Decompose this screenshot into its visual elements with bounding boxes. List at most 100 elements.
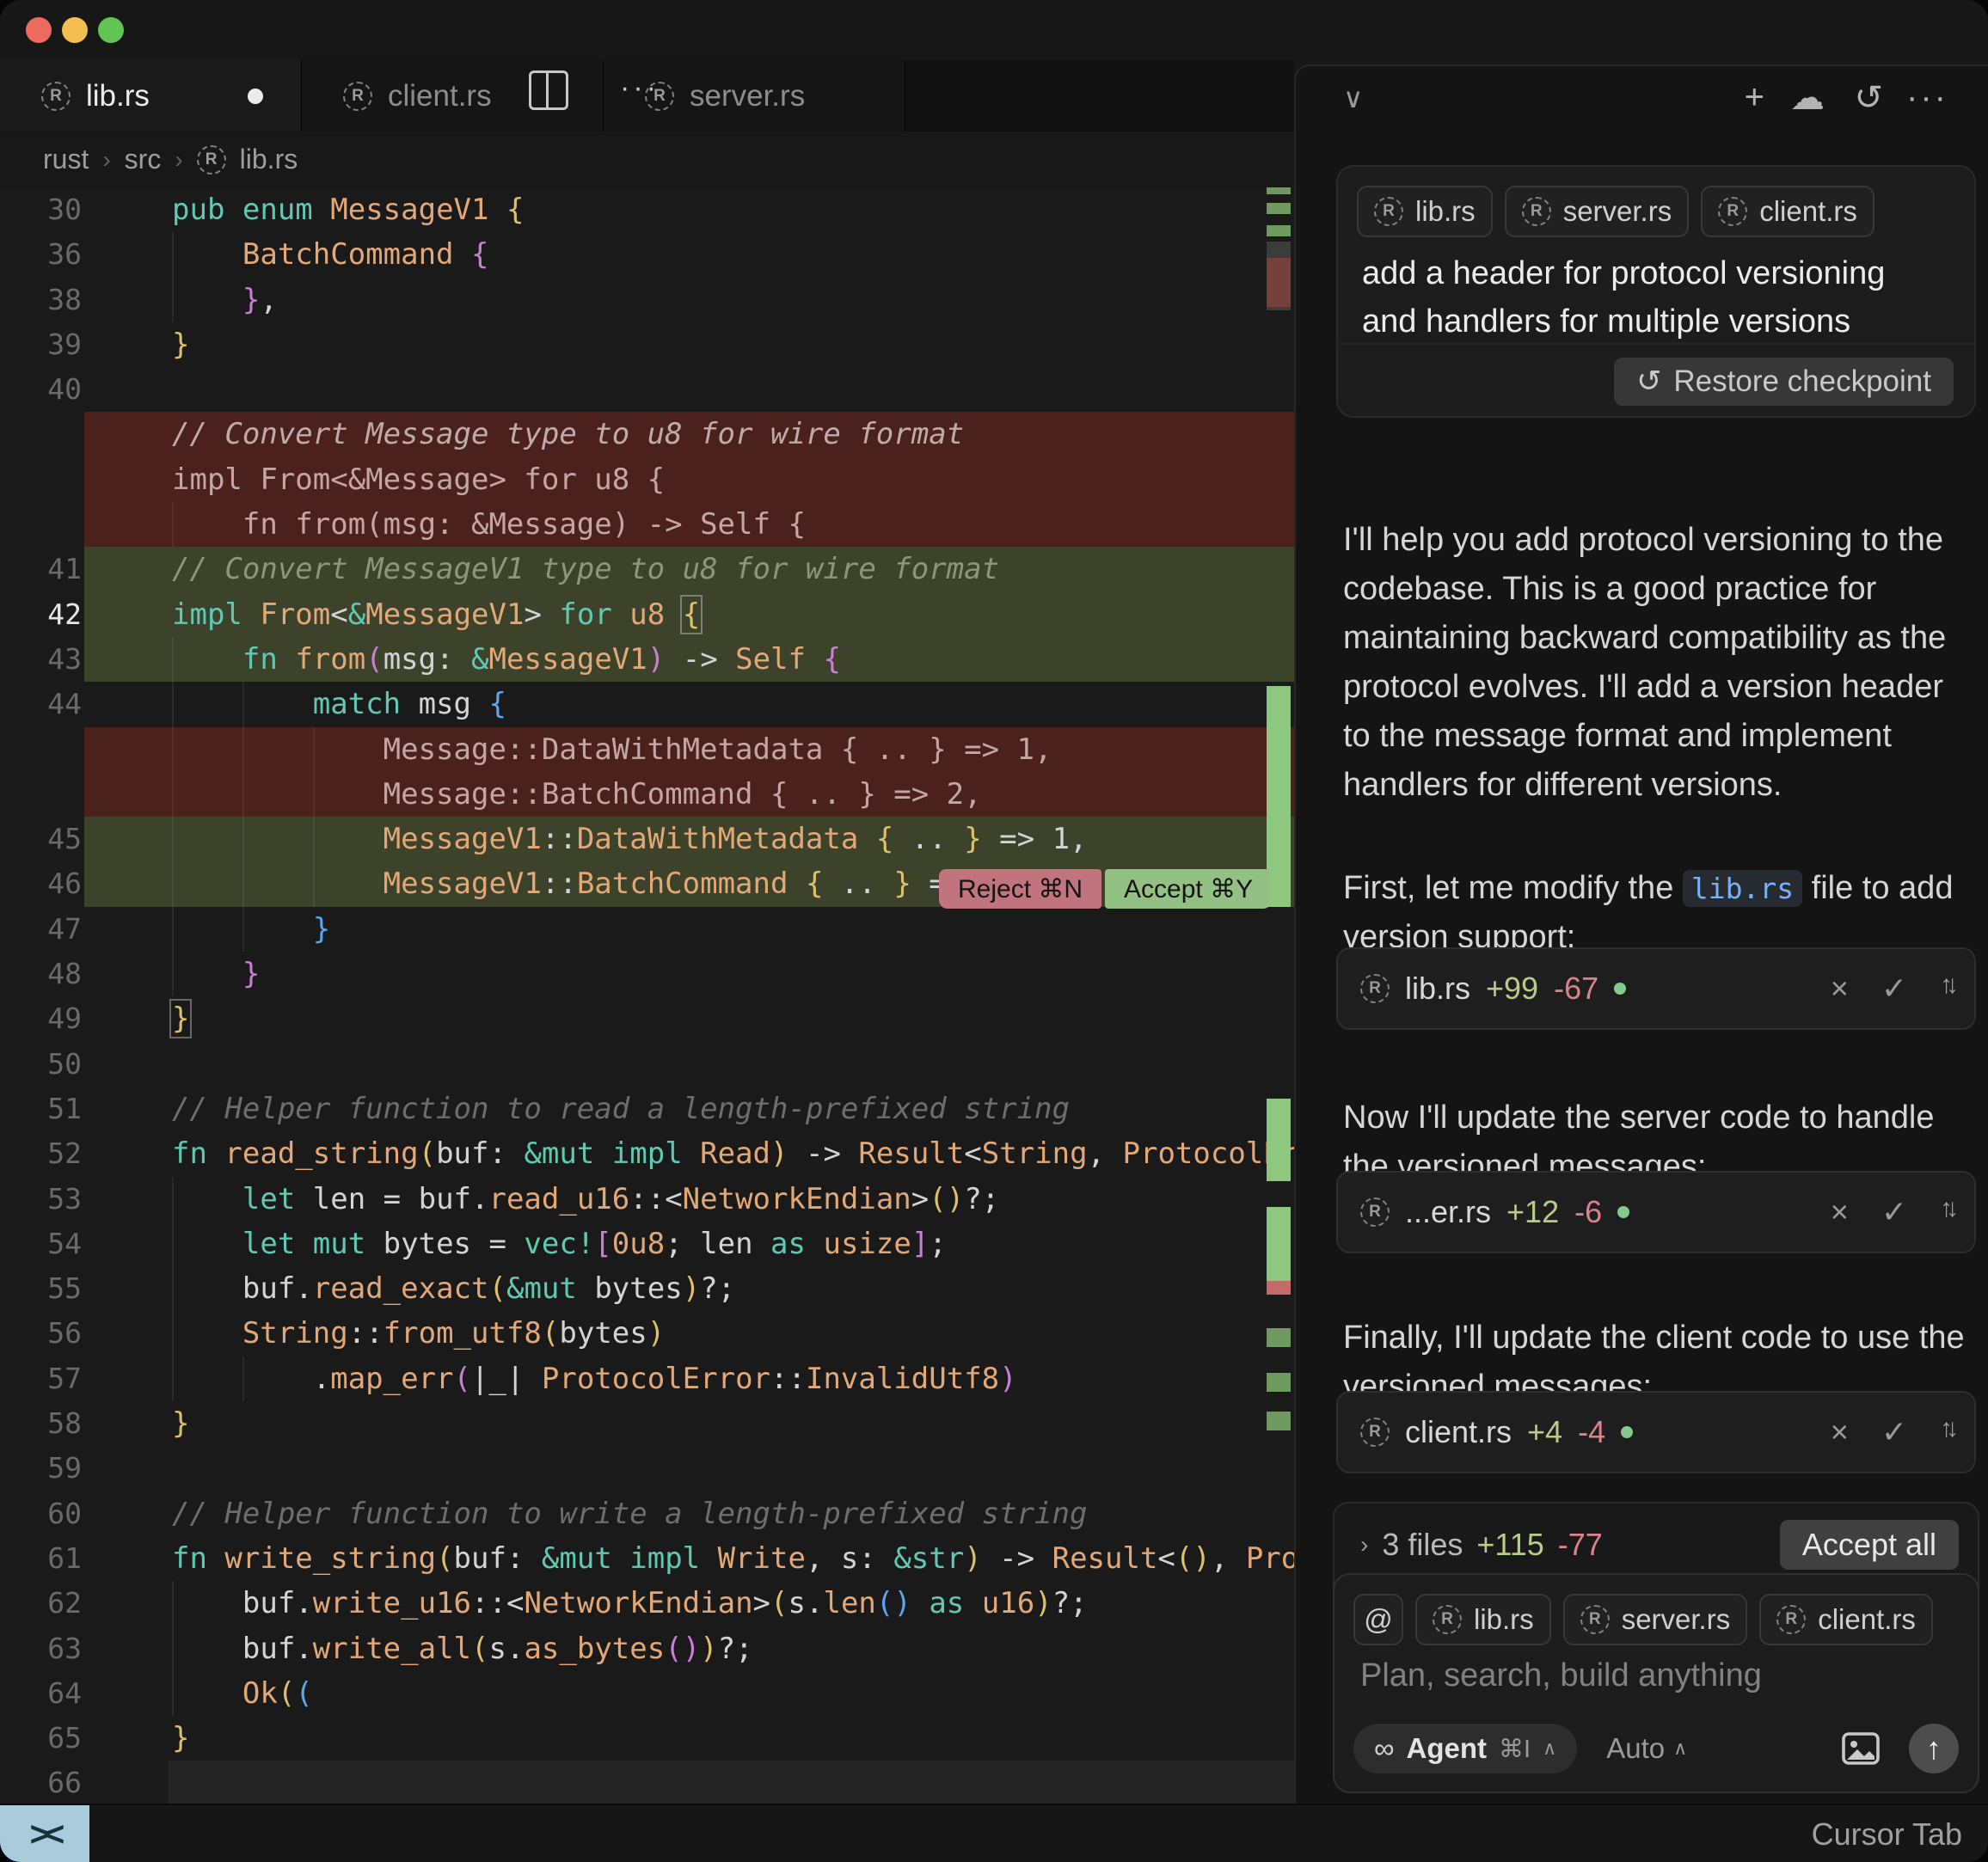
line-number: 40 — [0, 367, 82, 412]
chat-input-box[interactable]: @ Rlib.rs Rserver.rs Rclient.rs Plan, se… — [1333, 1573, 1979, 1793]
code-line-40[interactable]: 40 — [0, 367, 1294, 412]
code-line-58[interactable]: 58} — [0, 1401, 1294, 1446]
editor-more-actions-icon[interactable]: ··· — [620, 70, 660, 110]
accept-all-files-button[interactable]: Accept all — [1780, 1520, 1959, 1570]
reject-file-icon[interactable]: × — [1831, 971, 1849, 1007]
code-line-66[interactable]: 66 — [0, 1761, 1294, 1804]
code-line[interactable]: Message::BatchCommand { .. } => 2, — [0, 772, 1294, 817]
code-line-42[interactable]: 42impl From<&MessageV1> for u8 { — [0, 592, 1294, 637]
code-line[interactable]: impl From<&Message> for u8 { — [0, 457, 1294, 502]
code-line-48[interactable]: 48 } — [0, 952, 1294, 996]
code-line-50[interactable]: 50 — [0, 1042, 1294, 1087]
new-chat-icon[interactable]: + — [1745, 78, 1764, 117]
lines-added: +99 — [1486, 971, 1538, 1007]
code-line-57[interactable]: 57 .map_err(|_| ProtocolError::InvalidUt… — [0, 1357, 1294, 1401]
code-line-53[interactable]: 53 let len = buf.read_u16::<NetworkEndia… — [0, 1177, 1294, 1222]
accept-file-icon[interactable]: ✓ — [1881, 971, 1907, 1007]
more-options-icon[interactable]: ··· — [1906, 78, 1948, 117]
cursor-tab-status[interactable]: Cursor Tab — [1812, 1805, 1962, 1862]
line-number: 65 — [0, 1716, 82, 1761]
rust-file-icon: R — [1580, 1605, 1610, 1634]
send-button[interactable]: ↑ — [1909, 1724, 1959, 1773]
overview-ruler[interactable] — [1265, 187, 1294, 1804]
line-number: 49 — [0, 996, 82, 1041]
code-line-62[interactable]: 62 buf.write_u16::<NetworkEndian>(s.len(… — [0, 1581, 1294, 1626]
code-line-36[interactable]: 36 BatchCommand { — [0, 232, 1294, 277]
file-pill-server[interactable]: Rserver.rs — [1505, 186, 1690, 237]
code-line-45[interactable]: 45 MessageV1::DataWithMetadata { .. } =>… — [0, 817, 1294, 861]
reject-file-icon[interactable]: × — [1831, 1414, 1849, 1450]
code-line-51[interactable]: 51// Helper function to read a length-pr… — [0, 1087, 1294, 1131]
card-actions: × ✓ ↑↓ — [1831, 971, 1952, 1007]
expand-icon[interactable]: ↑↓ — [1940, 1414, 1952, 1450]
code-line-39[interactable]: 39} — [0, 322, 1294, 367]
code-line-56[interactable]: 56 String::from_utf8(bytes) — [0, 1311, 1294, 1356]
cloud-icon[interactable]: ☁ — [1790, 78, 1825, 118]
title-bar — [0, 0, 1988, 60]
file-diff-card-lib[interactable]: R lib.rs +99 -67 × ✓ ↑↓ — [1336, 947, 1976, 1030]
breadcrumb-item-rust[interactable]: rust — [43, 144, 89, 175]
code-line-61[interactable]: 61fn write_string(buf: &mut impl Write, … — [0, 1536, 1294, 1581]
code-line[interactable]: // Convert Message type to u8 for wire f… — [0, 412, 1294, 456]
expand-icon[interactable]: ↑↓ — [1940, 1194, 1952, 1230]
undo-icon: ↺ — [1636, 364, 1661, 399]
breadcrumb-item-src[interactable]: src — [125, 144, 162, 175]
chat-input-placeholder[interactable]: Plan, search, build anything — [1360, 1657, 1762, 1694]
reject-file-icon[interactable]: × — [1831, 1194, 1849, 1230]
file-pill-lib[interactable]: Rlib.rs — [1415, 1594, 1551, 1645]
code-line-44[interactable]: 44 match msg { — [0, 682, 1294, 726]
minimize-window-button[interactable] — [62, 17, 88, 43]
line-number: 38 — [0, 278, 82, 322]
code-line-55[interactable]: 55 buf.read_exact(&mut bytes)?; — [0, 1266, 1294, 1311]
accept-file-icon[interactable]: ✓ — [1881, 1414, 1907, 1450]
code-line-65[interactable]: 65} — [0, 1716, 1294, 1761]
file-diff-card-server[interactable]: R ...er.rs +12 -6 × ✓ ↑↓ — [1336, 1171, 1976, 1253]
code-line-59[interactable]: 59 — [0, 1446, 1294, 1491]
code-line-38[interactable]: 38 }, — [0, 278, 1294, 322]
tab-lib-rs[interactable]: Rlib.rs — [0, 60, 302, 132]
code-lines: 30pub enum MessageV1 {36 BatchCommand {3… — [0, 187, 1294, 1804]
file-pill-client[interactable]: Rclient.rs — [1759, 1594, 1933, 1645]
remote-connection-button[interactable]: >< — [0, 1805, 89, 1862]
rust-file-icon: R — [1360, 1418, 1390, 1447]
code-line-52[interactable]: 52fn read_string(buf: &mut impl Read) ->… — [0, 1131, 1294, 1176]
code-line-30[interactable]: 30pub enum MessageV1 { — [0, 187, 1294, 232]
close-window-button[interactable] — [26, 17, 52, 43]
code-line-64[interactable]: 64 Ok(( — [0, 1671, 1294, 1716]
infinity-icon: ∞ — [1374, 1732, 1395, 1765]
line-number: 50 — [0, 1042, 82, 1087]
diff-ruler-mark — [1267, 1099, 1291, 1181]
code-line-41[interactable]: 41// Convert MessageV1 type to u8 for wi… — [0, 547, 1294, 591]
reject-diff-button[interactable]: Reject ⌘N — [939, 869, 1101, 909]
code-editor[interactable]: 30pub enum MessageV1 {36 BatchCommand {3… — [0, 187, 1294, 1804]
code-line-60[interactable]: 60// Helper function to write a length-p… — [0, 1491, 1294, 1536]
code-line-63[interactable]: 63 buf.write_all(s.as_bytes())?; — [0, 1626, 1294, 1671]
code-line[interactable]: fn from(msg: &Message) -> Self { — [0, 502, 1294, 547]
agent-mode-selector[interactable]: ∞ Agent ⌘I ∧ — [1353, 1724, 1577, 1773]
code-line[interactable]: Message::DataWithMetadata { .. } => 1, — [0, 727, 1294, 772]
file-pill-server[interactable]: Rserver.rs — [1563, 1594, 1748, 1645]
code-line-47[interactable]: 47 } — [0, 907, 1294, 952]
zoom-window-button[interactable] — [98, 17, 124, 43]
code-line-43[interactable]: 43 fn from(msg: &MessageV1) -> Self { — [0, 637, 1294, 682]
breadcrumb-item-file[interactable]: lib.rs — [240, 144, 298, 175]
expand-icon[interactable]: ↑↓ — [1940, 971, 1952, 1007]
history-icon[interactable]: ↺ — [1854, 78, 1883, 118]
attach-image-button[interactable] — [1842, 1732, 1880, 1765]
model-selector[interactable]: Auto ∧ — [1606, 1732, 1687, 1765]
line-number: 52 — [0, 1131, 82, 1176]
chevron-down-icon[interactable]: ∨ — [1343, 82, 1363, 114]
code-line-54[interactable]: 54 let mut bytes = vec![0u8; len as usiz… — [0, 1222, 1294, 1266]
restore-checkpoint-button[interactable]: ↺ Restore checkpoint — [1614, 358, 1954, 406]
accept-diff-button[interactable]: Accept ⌘Y — [1105, 869, 1272, 909]
file-name: client.rs — [1405, 1414, 1512, 1450]
split-editor-icon[interactable] — [529, 70, 568, 110]
code-line-49[interactable]: 49} — [0, 996, 1294, 1041]
file-pill-client[interactable]: Rclient.rs — [1701, 186, 1874, 237]
line-number: 30 — [0, 187, 82, 232]
file-diff-card-client[interactable]: R client.rs +4 -4 × ✓ ↑↓ — [1336, 1391, 1976, 1473]
add-context-button[interactable]: @ — [1353, 1594, 1403, 1645]
file-pill-lib[interactable]: Rlib.rs — [1357, 186, 1493, 237]
accept-file-icon[interactable]: ✓ — [1881, 1194, 1907, 1230]
changes-summary-row[interactable]: › 3 files +115 -77 Accept all — [1360, 1519, 1959, 1571]
